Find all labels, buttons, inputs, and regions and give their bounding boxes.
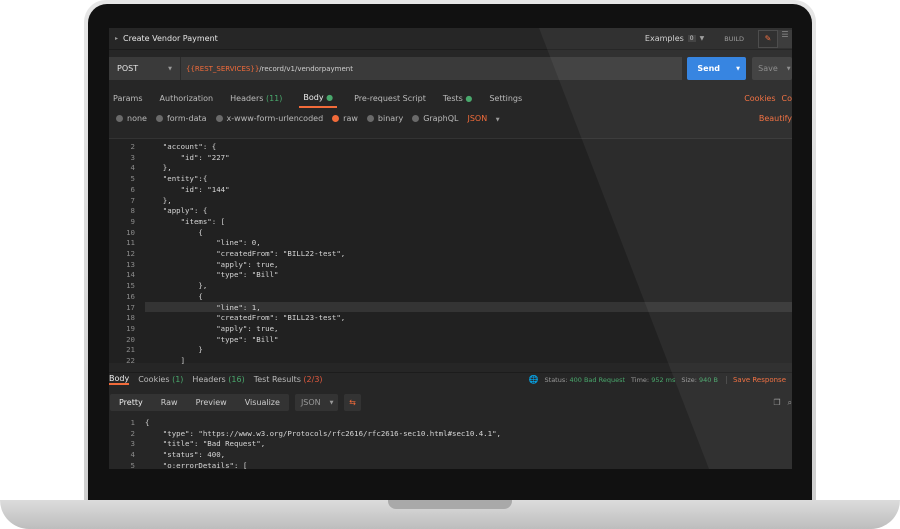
line-number: 13 [126,259,135,269]
line-number: 15 [126,281,135,291]
url-input[interactable]: {{REST_SERVICES}}/record/v1/vendorpaymen… [181,65,353,73]
response-body-viewer[interactable]: 1 {2 "type": "https://www.w3.org/Protocol… [109,416,792,469]
line-number: 21 [126,345,135,355]
code-line: "type": "Bill" [145,334,279,344]
line-number: 9 [130,216,135,226]
code-line: "entity":{ [145,174,208,184]
collapse-caret-icon[interactable]: ▸ [115,35,118,42]
code-line: }, [145,195,172,205]
line-number: 18 [126,313,135,323]
tab-settings[interactable]: Settings [489,94,522,103]
view-preview[interactable]: Preview [187,398,236,407]
line-number: 10 [126,227,135,237]
view-raw[interactable]: Raw [152,398,187,407]
line-number: 3 [130,152,135,162]
view-mode-group: Pretty Raw Preview Visualize [110,394,289,411]
chevron-down-icon: ▼ [168,65,172,72]
view-pretty[interactable]: Pretty [110,398,152,407]
tab-body[interactable]: Body ● [299,89,338,108]
line-number: 8 [130,206,135,216]
radio-binary[interactable]: binary [366,114,403,123]
code-line: "type": "Bill" [145,270,279,280]
radio-none[interactable]: none [116,114,147,123]
code-line: "apply": { [145,206,208,216]
line-number: 3 [130,439,135,449]
code-line: { [145,227,203,237]
code-line: "apply": true, [145,323,279,333]
request-name[interactable]: Create Vendor Payment [123,34,218,43]
code-line: "createdFrom": "BILL22-test", [145,249,346,258]
globe-icon[interactable]: 🌐 [529,375,539,384]
line-number: 4 [130,450,135,460]
tab-pre-request-script[interactable]: Pre-request Script [354,94,426,103]
laptop-notch [388,500,512,509]
method-value: POST [117,64,139,73]
code-line: { [145,418,150,427]
tab-tests[interactable]: Tests ● [443,94,472,103]
line-number: 5 [130,174,135,184]
code-line: "type": "https://www.w3.org/Protocols/rf… [145,428,501,438]
code-line: "id": "227" [145,152,230,162]
tab-headers[interactable]: Headers (11) [230,94,282,103]
radio-urlencoded[interactable]: x-www-form-urlencoded [215,114,323,123]
code-line: "id": "144" [145,184,230,194]
method-select[interactable]: POST ▼ [109,57,181,80]
code-line: }, [145,163,172,173]
radio-raw[interactable]: raw [332,114,358,123]
status-info: Status: 400 Bad Request [544,375,626,384]
code-line: }, [145,281,208,291]
postman-screen: ▸ Create Vendor Payment Examples 0 ▼ BUI… [109,28,792,469]
line-number: 12 [126,249,135,258]
line-number: 6 [130,184,135,194]
line-number: 19 [126,323,135,333]
code-line: "account": { [145,142,217,151]
resp-tab-body[interactable]: Body [109,374,130,385]
code-line: "apply": true, [145,259,279,269]
code-line: "title": "Bad Request", [145,439,266,449]
line-number: 7 [130,195,135,205]
tab-authorization[interactable]: Authorization [160,94,214,103]
code-line: { [145,291,203,301]
line-number: 11 [126,238,135,248]
resp-tab-cookies[interactable]: Cookies (1) [138,375,183,384]
line-number: 2 [130,142,135,151]
line-number: 1 [130,418,135,427]
view-visualize[interactable]: Visualize [236,398,289,407]
tab-params[interactable]: Params [113,94,143,103]
code-line: "line": 0, [145,238,261,248]
code-line: "line": 1, [145,302,261,312]
code-line: "items": [ [145,216,226,226]
format-select[interactable]: JSON ▼ [467,114,499,123]
line-number: 4 [130,163,135,173]
response-format-select[interactable]: JSON ▼ [294,394,338,411]
time-info: Time: 952 ms [631,375,676,384]
resp-tab-headers[interactable]: Headers (16) [192,375,244,384]
code-line: "status": 400, [145,450,226,460]
code-line: "o:errorDetails": [ [145,460,248,469]
radio-graphql[interactable]: GraphQL [412,114,458,123]
code-line: ] [145,356,186,365]
code-line: } [145,345,203,355]
resp-tab-test-results[interactable]: Test Results (2/3) [254,375,323,384]
wrap-lines-icon[interactable]: ⇆ [343,394,361,411]
line-number: 14 [126,270,135,280]
line-number: 2 [130,428,135,438]
line-number: 20 [126,334,135,344]
line-number: 22 [126,356,135,365]
line-number: 16 [126,291,135,301]
line-number: 17 [126,302,135,312]
radio-form-data[interactable]: form-data [155,114,207,123]
code-line: "createdFrom": "BILL23-test", [145,313,346,323]
line-number: 5 [130,460,135,469]
